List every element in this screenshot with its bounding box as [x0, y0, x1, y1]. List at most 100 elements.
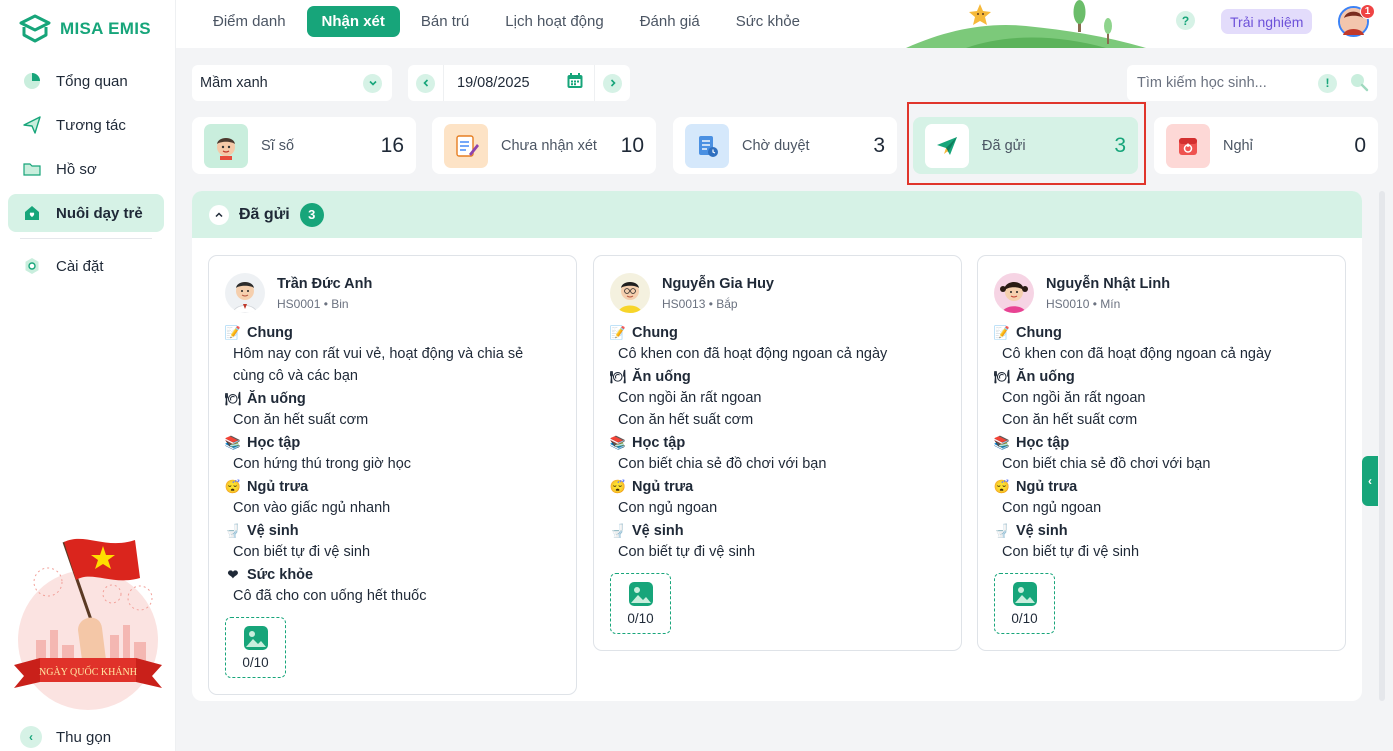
- sidebar-item-cai-dat[interactable]: Cài đặt: [8, 247, 164, 285]
- section-title: Đã gửi: [239, 205, 290, 223]
- next-date-button[interactable]: [594, 65, 630, 101]
- stat-card-cho-duyet[interactable]: Chờ duyệt 3: [673, 117, 897, 174]
- stat-card-si-so[interactable]: Sĩ số 16: [192, 117, 416, 174]
- comment-category: 🍽 Ăn uống: [994, 366, 1329, 387]
- toilet-icon: 🚽: [993, 522, 1011, 538]
- stat-card-chua-nhan-xet[interactable]: Chưa nhận xét 10: [432, 117, 656, 174]
- category-title: Vệ sinh: [247, 522, 299, 539]
- absent-calendar-icon: [1166, 123, 1210, 168]
- memo-icon: 📝: [224, 324, 242, 340]
- category-title: Ăn uống: [247, 390, 306, 407]
- comment-line: Con biết tự đi vệ sinh: [618, 544, 756, 560]
- info-icon[interactable]: !: [1318, 73, 1337, 93]
- search-icon[interactable]: [1349, 72, 1369, 95]
- sidebar-item-ho-so[interactable]: Hồ sơ: [8, 150, 164, 188]
- student-search: !: [1127, 65, 1377, 101]
- tab-suc-khoe[interactable]: Sức khỏe: [721, 6, 815, 37]
- category-title: Vệ sinh: [1016, 522, 1068, 539]
- comment-line: Con ăn hết suất cơm: [618, 412, 754, 428]
- chevron-down-icon: [363, 73, 382, 93]
- tab-danh-gia[interactable]: Đánh giá: [625, 6, 715, 37]
- stat-card-da-gui[interactable]: Đã gửi 3: [913, 117, 1138, 174]
- class-select-value: Mầm xanh: [200, 75, 268, 91]
- plate-cutlery-icon: 🍽: [993, 368, 1011, 384]
- photo-count: 0/10: [1011, 611, 1038, 626]
- comment-category: 📝 Chung: [994, 322, 1329, 343]
- category-title: Học tập: [1016, 434, 1070, 451]
- memo-icon: 📝: [993, 324, 1011, 340]
- student-avatar: [994, 273, 1034, 313]
- comment-line: Con ngủ ngoan: [618, 500, 718, 516]
- sidebar-item-tuong-tac[interactable]: Tương tác: [8, 106, 164, 144]
- section-count-badge: 3: [299, 202, 324, 227]
- brand-name: MISA EMIS: [60, 19, 151, 38]
- sidebar-item-label: Cài đặt: [56, 257, 104, 275]
- comment-line: Con ngồi ăn rất ngoan: [618, 390, 762, 406]
- photo-upload-box[interactable]: 0/10: [610, 573, 671, 634]
- student-code: HS0013 • Bắp: [662, 296, 738, 311]
- comment-category: 📚 Học tập: [994, 432, 1329, 453]
- logo[interactable]: MISA EMIS: [18, 14, 151, 44]
- sleeping-face-icon: 😴: [224, 478, 242, 494]
- comment-category: 🍽 Ăn uống: [225, 388, 560, 409]
- comment-line: Con ngủ ngoan: [1002, 500, 1102, 516]
- tab-nhan-xet[interactable]: Nhận xét: [306, 6, 400, 37]
- comment-category: 🚽 Vệ sinh: [225, 520, 560, 541]
- search-input[interactable]: [1137, 75, 1318, 91]
- sidebar-item-nuoi-day-tre[interactable]: Nuôi dạy trẻ: [8, 194, 164, 232]
- books-icon: 📚: [993, 434, 1011, 450]
- books-icon: 📚: [609, 434, 627, 450]
- misa-logo-icon: [19, 14, 51, 43]
- sidebar-item-label: Hồ sơ: [56, 160, 97, 178]
- comment-category: 📚 Học tập: [225, 432, 560, 453]
- chevron-up-icon[interactable]: [209, 204, 229, 225]
- sidebar-item-tong-quan[interactable]: Tổng quan: [8, 62, 164, 100]
- comment-category: 📝 Chung: [225, 322, 560, 343]
- class-select[interactable]: Mầm xanh: [192, 65, 392, 101]
- photo-upload-box[interactable]: 0/10: [225, 617, 286, 678]
- comment-line: Con biết chia sẻ đồ chơi với bạn: [618, 456, 827, 472]
- comment-category: 🚽 Vệ sinh: [994, 520, 1329, 541]
- section-header[interactable]: Đã gửi 3: [192, 191, 1362, 238]
- document-pending-icon: [685, 123, 729, 168]
- student-card[interactable]: Nguyễn Nhật Linh HS0010 • Mín 📝 Chung Cô …: [977, 255, 1346, 651]
- stat-value: 3: [873, 133, 885, 157]
- help-button[interactable]: ?: [1176, 11, 1195, 30]
- chevron-left-icon: ‹: [20, 726, 42, 748]
- previous-date-button[interactable]: [408, 65, 444, 101]
- category-title: Chung: [247, 324, 293, 341]
- comment-line: Cô đã cho con uống hết thuốc: [233, 588, 427, 604]
- sidebar-nav: Tổng quan Tương tác Hồ sơ Nuôi dạy trẻ C…: [8, 62, 164, 291]
- calendar-icon[interactable]: [566, 72, 584, 94]
- notification-badge: 1: [1360, 4, 1375, 19]
- stat-label: Chưa nhận xét: [501, 137, 597, 154]
- books-icon: 📚: [224, 434, 242, 450]
- student-card[interactable]: Trần Đức Anh HS0001 • Bin 📝 Chung Hôm nay…: [208, 255, 577, 695]
- category-title: Chung: [632, 324, 678, 341]
- comment-line: Con ngồi ăn rất ngoan: [1002, 390, 1146, 406]
- comment-category: 🍽 Ăn uống: [610, 366, 945, 387]
- student-avatar: [610, 273, 650, 313]
- tab-ban-tru[interactable]: Bán trú: [406, 6, 484, 37]
- student-name: Nguyễn Gia Huy: [662, 275, 774, 292]
- sleeping-face-icon: 😴: [609, 478, 627, 494]
- collapse-sidebar-button[interactable]: ‹ Thu gọn: [20, 726, 111, 748]
- tab-diem-danh[interactable]: Điểm danh: [198, 6, 301, 37]
- date-field[interactable]: 19/08/2025: [444, 72, 594, 94]
- side-panel-toggle[interactable]: ‹: [1362, 456, 1378, 506]
- trial-button[interactable]: Trải nghiệm: [1221, 9, 1313, 34]
- stat-label: Đã gửi: [982, 137, 1026, 154]
- sleeping-face-icon: 😴: [993, 478, 1011, 494]
- sidebar-item-label: Tương tác: [56, 116, 126, 134]
- scrollbar[interactable]: [1379, 191, 1385, 701]
- category-title: Ngủ trưa: [247, 478, 309, 495]
- stat-label: Nghỉ: [1223, 137, 1253, 154]
- comment-category: 📝 Chung: [610, 322, 945, 343]
- tab-lich-hoat-dong[interactable]: Lịch hoạt động: [490, 6, 618, 37]
- image-icon: [628, 582, 653, 606]
- user-avatar[interactable]: 1: [1338, 4, 1375, 37]
- student-card[interactable]: Nguyễn Gia Huy HS0013 • Bắp 📝 Chung Cô kh…: [593, 255, 962, 651]
- national-day-banner: NGÀY QUỐC KHÁNH: [14, 538, 162, 710]
- stat-card-nghi[interactable]: Nghỉ 0: [1154, 117, 1378, 174]
- photo-upload-box[interactable]: 0/10: [994, 573, 1055, 634]
